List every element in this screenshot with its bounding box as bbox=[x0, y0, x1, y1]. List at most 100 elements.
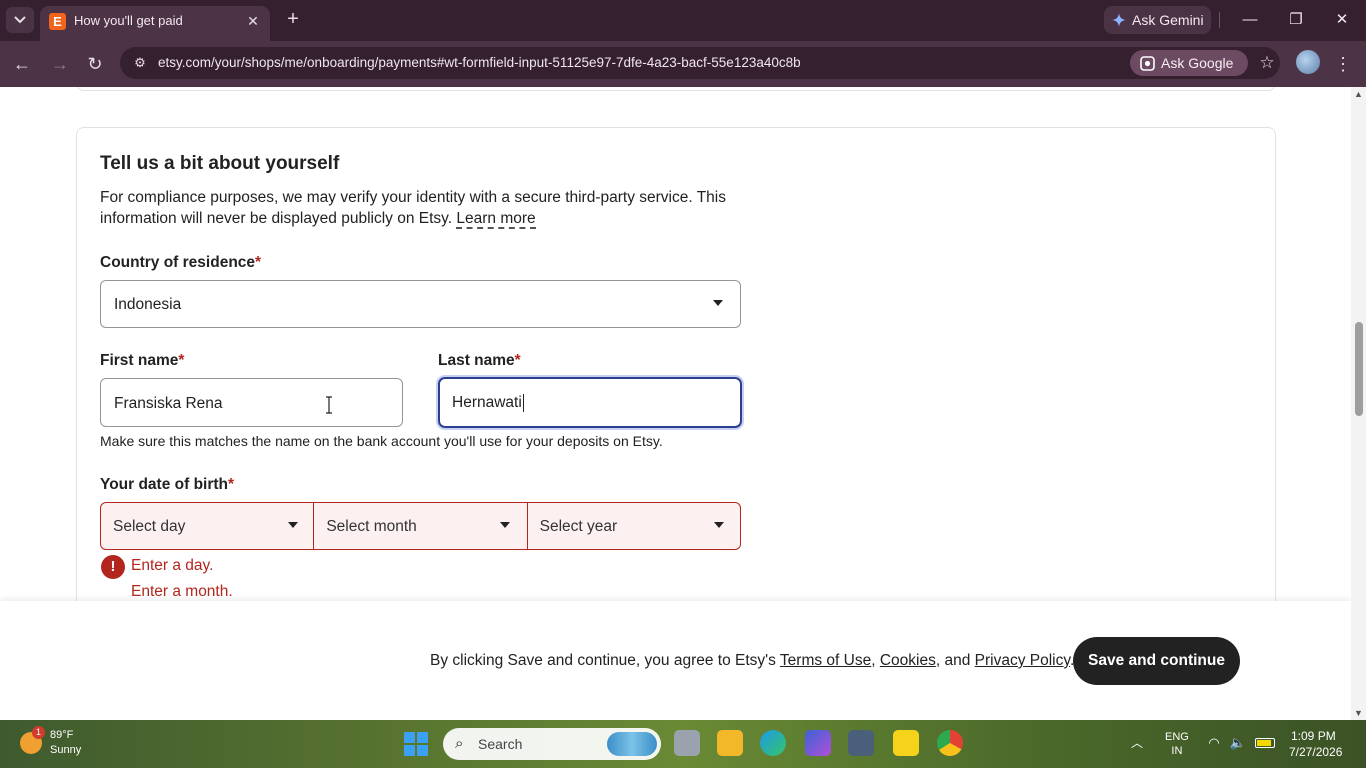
text-cursor-icon bbox=[326, 396, 332, 414]
app-icon[interactable] bbox=[805, 730, 831, 756]
reload-icon[interactable]: ↻ bbox=[81, 50, 109, 78]
star-icon[interactable]: ☆ bbox=[1256, 52, 1278, 74]
close-icon[interactable]: ✕ bbox=[244, 12, 262, 30]
agreement-prefix: By clicking Save and continue, you agree… bbox=[430, 652, 776, 669]
gemini-icon bbox=[1112, 13, 1126, 27]
ask-google-button[interactable]: Ask Google bbox=[1130, 50, 1248, 76]
chevron-down-icon bbox=[14, 16, 26, 24]
privacy-policy-link[interactable]: Privacy Policy bbox=[975, 652, 1070, 669]
etsy-favicon-icon: E bbox=[49, 13, 66, 30]
lang-line2: IN bbox=[1171, 745, 1183, 757]
last-name-value: Hernawati bbox=[452, 394, 524, 412]
camera-icon[interactable] bbox=[848, 730, 874, 756]
last-name-label: Last name* bbox=[438, 352, 521, 370]
battery-fill bbox=[1257, 740, 1271, 746]
scrollbar-thumb[interactable] bbox=[1355, 322, 1363, 416]
page-content: Tell us a bit about yourself For complia… bbox=[0, 87, 1351, 720]
dropdown-caret-icon bbox=[500, 522, 511, 528]
back-icon[interactable]: ← bbox=[8, 50, 36, 78]
first-name-label: First name* bbox=[100, 352, 184, 370]
browser-tab[interactable]: E How you'll get paid ✕ bbox=[40, 6, 270, 41]
task-view-icon[interactable] bbox=[674, 730, 700, 756]
last-name-input[interactable]: Hernawati bbox=[438, 377, 742, 428]
month-select[interactable]: Select month bbox=[313, 503, 526, 549]
required-mark: * bbox=[228, 476, 235, 493]
section-description: For compliance purposes, we may verify y… bbox=[100, 187, 750, 229]
country-label: Country of residence* bbox=[100, 254, 261, 272]
dob-label-text: Your date of birth bbox=[100, 476, 229, 493]
clock-date[interactable]: 7/27/2026 bbox=[1289, 745, 1342, 759]
edge-icon[interactable] bbox=[760, 730, 786, 756]
last-name-text: Hernawati bbox=[452, 394, 522, 412]
weather-temperature: 89°F bbox=[50, 729, 74, 741]
first-name-input[interactable]: Fransiska Rena bbox=[100, 378, 403, 427]
country-label-text: Country of residence bbox=[100, 254, 256, 271]
year-select[interactable]: Select year bbox=[526, 503, 740, 549]
search-icon: ⌕ bbox=[455, 735, 464, 752]
restore-icon[interactable]: ❐ bbox=[1276, 6, 1316, 34]
dropdown-caret-icon bbox=[288, 522, 298, 528]
required-mark: * bbox=[514, 352, 521, 369]
minimize-icon[interactable]: — bbox=[1230, 6, 1270, 34]
close-window-icon[interactable]: ✕ bbox=[1322, 6, 1362, 34]
cookies-link[interactable]: Cookies bbox=[880, 652, 936, 669]
site-info-icon[interactable]: ⚙ bbox=[132, 55, 148, 71]
save-and-continue-button[interactable]: Save and continue bbox=[1073, 637, 1240, 685]
forward-icon[interactable]: → bbox=[46, 50, 74, 78]
dropdown-caret-icon bbox=[713, 300, 723, 306]
error-message-day: Enter a day. bbox=[131, 557, 214, 574]
error-message-month: Enter a month. bbox=[131, 583, 233, 600]
browser-toolbar: ← → ↻ ⚙ etsy.com/your/shops/me/onboardin… bbox=[0, 41, 1366, 87]
address-bar[interactable]: ⚙ etsy.com/your/shops/me/onboarding/paym… bbox=[120, 47, 1280, 79]
wifi-icon[interactable]: ◠ bbox=[1205, 735, 1223, 751]
country-select[interactable]: Indonesia bbox=[100, 280, 741, 328]
ask-gemini-button[interactable]: Ask Gemini bbox=[1104, 6, 1211, 34]
text-caret bbox=[522, 394, 524, 412]
notification-badge: 1 bbox=[32, 726, 45, 739]
terms-of-use-link[interactable]: Terms of Use bbox=[780, 652, 871, 669]
kebab-menu-icon[interactable]: ⋮ bbox=[1333, 50, 1353, 78]
windows-start-icon[interactable] bbox=[404, 732, 428, 756]
last-name-label-text: Last name bbox=[438, 352, 515, 369]
ask-gemini-label: Ask Gemini bbox=[1132, 12, 1204, 28]
required-mark: * bbox=[255, 254, 262, 271]
scroll-down-icon[interactable]: ▼ bbox=[1354, 708, 1363, 718]
new-tab-button[interactable]: + bbox=[282, 9, 304, 31]
country-value: Indonesia bbox=[114, 296, 182, 313]
volume-icon[interactable]: 🔈 bbox=[1229, 735, 1247, 751]
weather-widget[interactable]: 1 89°F Sunny bbox=[20, 726, 100, 760]
chrome-icon[interactable] bbox=[937, 730, 963, 756]
ask-google-label: Ask Google bbox=[1161, 55, 1234, 71]
windows-taskbar: 1 89°F Sunny ⌕ Search ︿ ENG IN ◠ 🔈 1:09 P… bbox=[0, 720, 1366, 768]
page-scrollbar[interactable]: ▲ ▼ bbox=[1351, 87, 1366, 720]
avatar[interactable] bbox=[1296, 50, 1320, 74]
agreement-text: By clicking Save and continue, you agree… bbox=[430, 652, 1074, 670]
lens-icon bbox=[1140, 55, 1155, 71]
and-text: , and bbox=[935, 652, 971, 669]
learn-more-link[interactable]: Learn more bbox=[456, 210, 536, 229]
previous-section-card bbox=[76, 87, 1276, 91]
error-icon: ! bbox=[101, 555, 125, 579]
description-text: For compliance purposes, we may verify y… bbox=[100, 189, 726, 227]
weather-condition: Sunny bbox=[50, 744, 82, 756]
lang-line1: ENG bbox=[1165, 731, 1189, 743]
sticky-footer: By clicking Save and continue, you agree… bbox=[0, 601, 1351, 720]
date-of-birth-group: Select day Select month Select year bbox=[100, 502, 741, 550]
url-text[interactable]: etsy.com/your/shops/me/onboarding/paymen… bbox=[158, 55, 801, 70]
day-select[interactable]: Select day bbox=[101, 503, 313, 549]
battery-icon[interactable] bbox=[1255, 738, 1275, 748]
comma: , bbox=[871, 652, 876, 669]
taskbar-search[interactable]: ⌕ Search bbox=[443, 728, 661, 760]
file-explorer-icon[interactable] bbox=[717, 730, 743, 756]
month-placeholder: Select month bbox=[326, 518, 417, 535]
chevron-up-icon[interactable]: ︿ bbox=[1131, 734, 1143, 751]
first-name-value: Fransiska Rena bbox=[114, 395, 223, 412]
dropdown-caret-icon bbox=[713, 522, 724, 528]
language-indicator[interactable]: ENG IN bbox=[1165, 730, 1189, 758]
sticky-notes-icon[interactable] bbox=[893, 730, 919, 756]
scroll-up-icon[interactable]: ▲ bbox=[1354, 89, 1363, 99]
dob-label: Your date of birth* bbox=[100, 476, 234, 494]
tab-list-button[interactable] bbox=[6, 7, 34, 33]
first-name-label-text: First name bbox=[100, 352, 179, 369]
clock-time[interactable]: 1:09 PM bbox=[1291, 729, 1336, 743]
